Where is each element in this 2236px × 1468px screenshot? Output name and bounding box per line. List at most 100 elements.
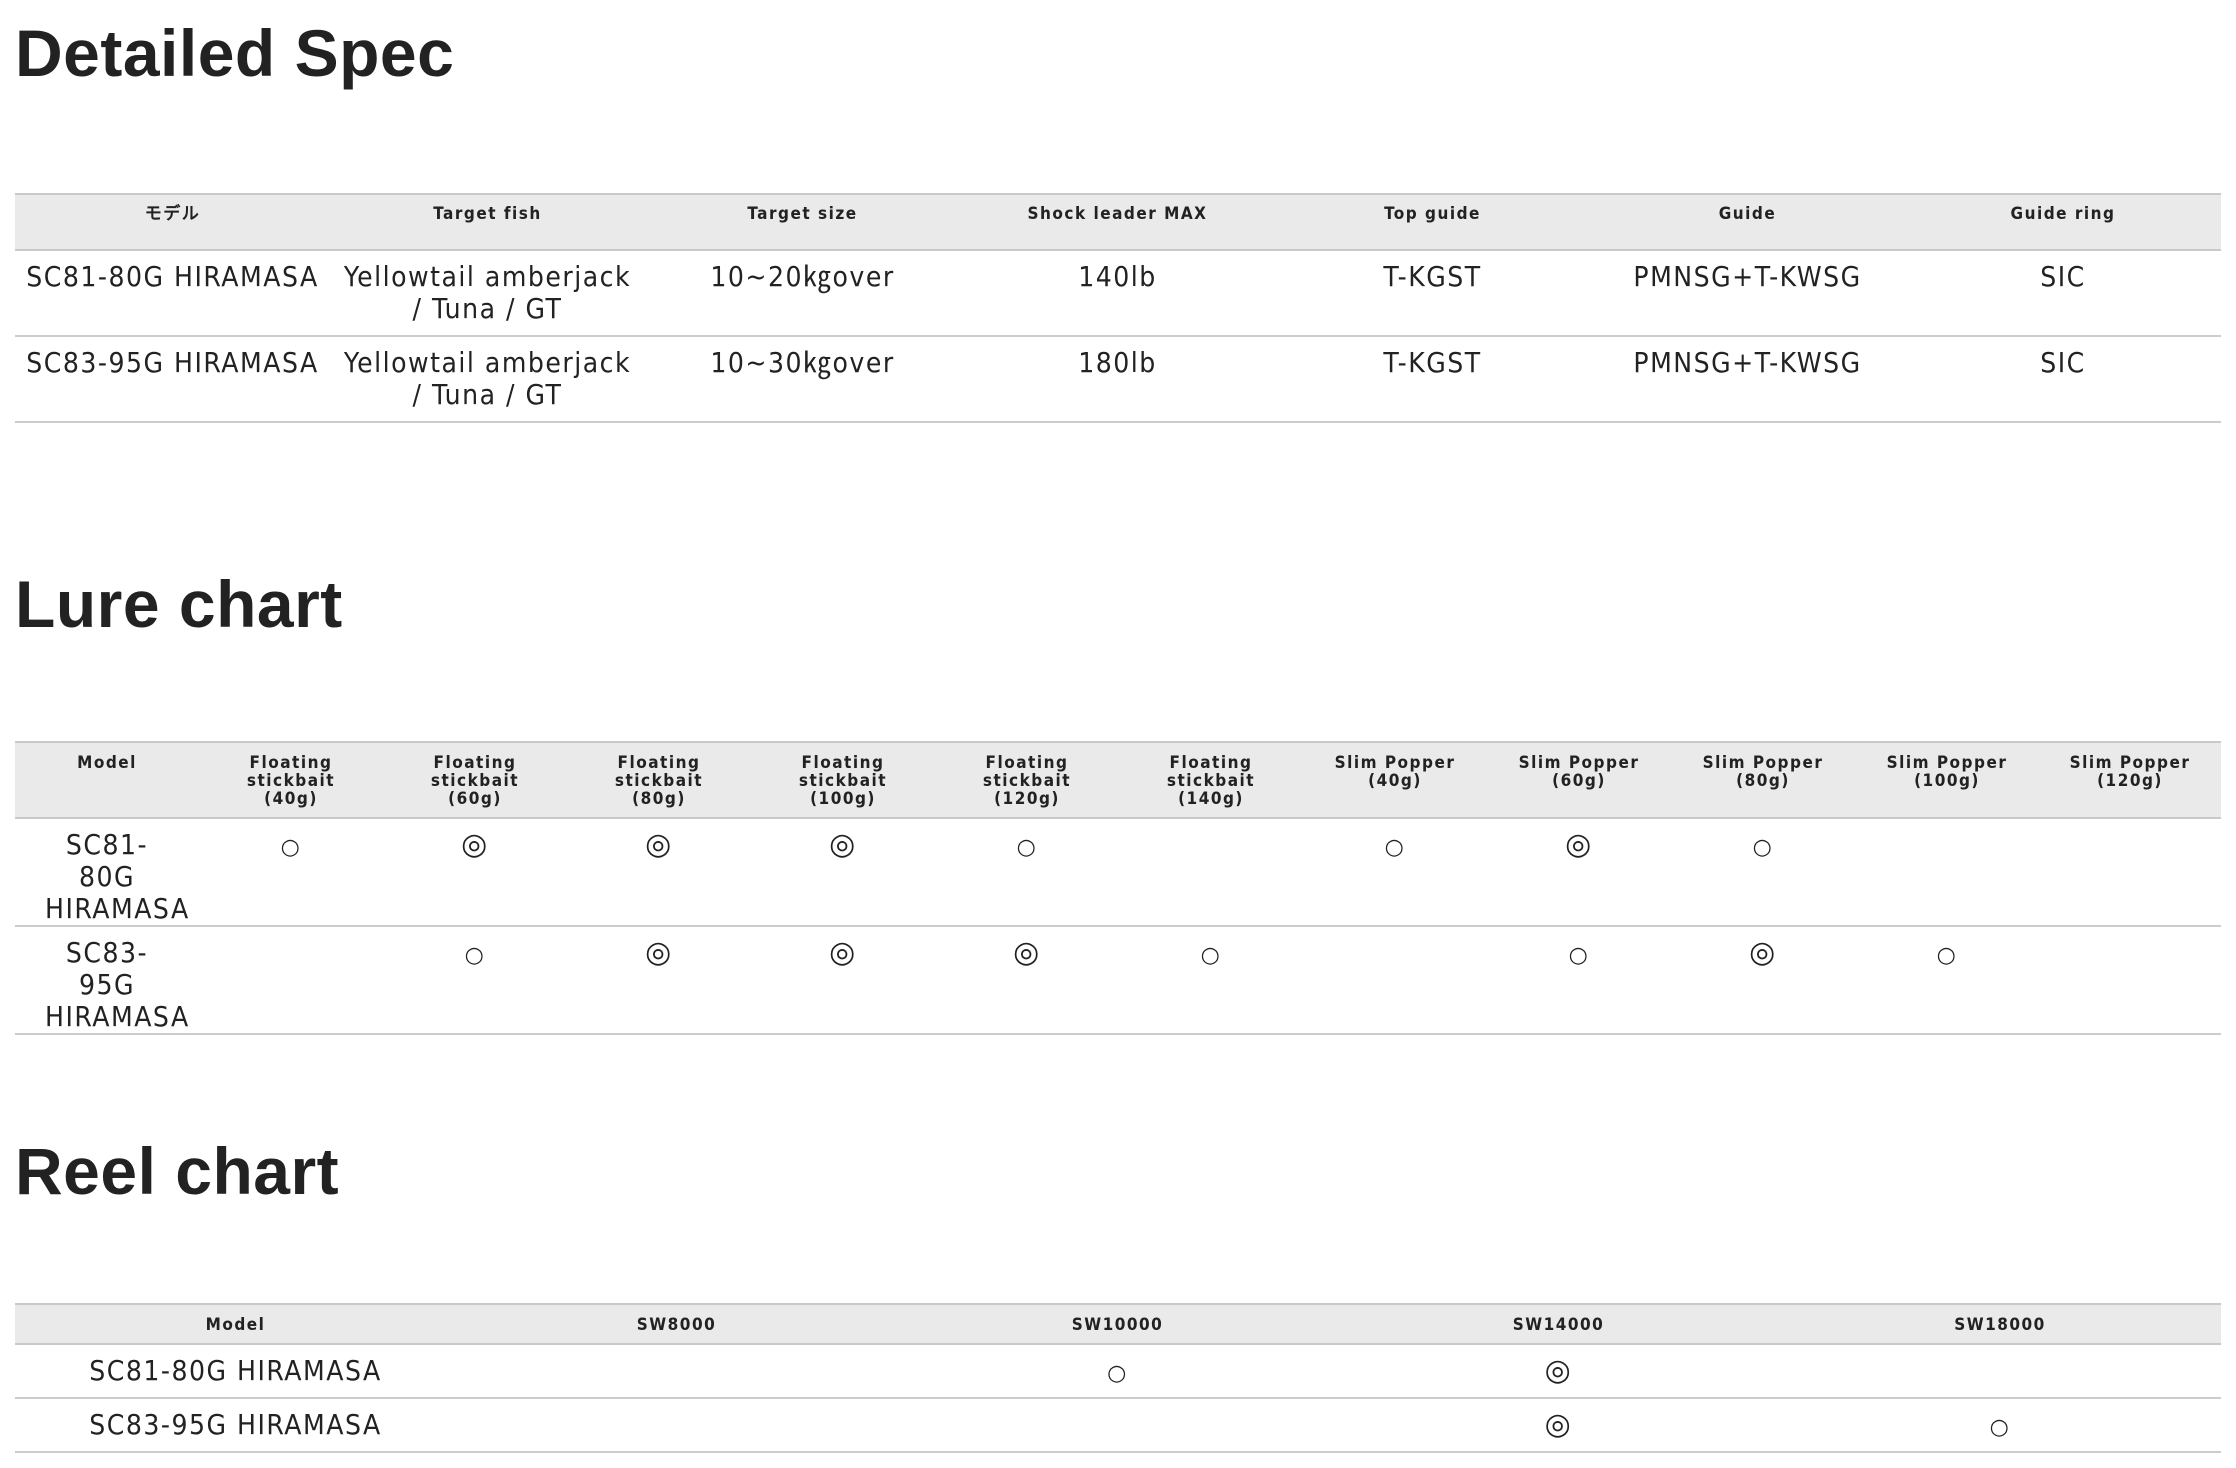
cell-model: SC81-80G HIRAMASA bbox=[15, 1344, 456, 1399]
cell-top-guide: T-KGST bbox=[1275, 250, 1590, 337]
cell-rating: ◎ bbox=[567, 818, 751, 927]
reel-chart-section: Reel chart Model SW8000 SW10000 SW14000 … bbox=[15, 1128, 2221, 1468]
header-cell-reel: SW18000 bbox=[1779, 1303, 2221, 1345]
cell-target-fish: Yellowtail amberjack / Tuna / GT bbox=[330, 336, 645, 423]
cell-rating: ○ bbox=[1671, 818, 1855, 927]
table-header-row: Model SW8000 SW10000 SW14000 SW18000 bbox=[15, 1303, 2221, 1345]
double-circle-mark: ◎ bbox=[1565, 827, 1593, 862]
cell-model: SC83-95G HIRAMASA bbox=[15, 926, 199, 1035]
header-cell-lure: Floating stickbait (120g) bbox=[935, 741, 1119, 819]
section-title-detailed-spec: Detailed Spec bbox=[15, 16, 455, 90]
cell-guide: PMNSG+T-KWSG bbox=[1590, 336, 1905, 423]
cell-target-size: 10~30㎏over bbox=[645, 336, 960, 423]
table-row: SC83-95G HIRAMASA Yellowtail amberjack /… bbox=[15, 336, 2221, 423]
cell-target-fish: Yellowtail amberjack / Tuna / GT bbox=[330, 250, 645, 337]
cell-rating: ◎ bbox=[1338, 1344, 1779, 1399]
header-cell-guide-ring: Guide ring bbox=[1905, 193, 2221, 251]
double-circle-mark: ◎ bbox=[645, 827, 673, 862]
cell-rating: ○ bbox=[1855, 926, 2039, 1035]
cell-shock-leader: 180lb bbox=[960, 336, 1275, 423]
header-cell-lure: Slim Popper (80g) bbox=[1671, 741, 1855, 819]
double-circle-mark: ◎ bbox=[1749, 935, 1777, 970]
header-cell-lure: Slim Popper (100g) bbox=[1855, 741, 2039, 819]
circle-mark: ○ bbox=[1568, 943, 1590, 968]
header-cell-target-fish: Target fish bbox=[330, 193, 645, 251]
circle-mark: ○ bbox=[1107, 1361, 1128, 1386]
cell-rating bbox=[456, 1344, 897, 1399]
cell-rating bbox=[2039, 926, 2221, 1035]
circle-mark: ○ bbox=[1752, 835, 1774, 860]
cell-rating: ○ bbox=[199, 818, 383, 927]
detailed-spec-section: Detailed Spec モデル Target fish Target siz… bbox=[15, 0, 2221, 430]
double-circle-mark: ◎ bbox=[829, 827, 857, 862]
circle-mark: ○ bbox=[1989, 1415, 2011, 1440]
circle-mark: ○ bbox=[280, 835, 302, 860]
cell-rating bbox=[1855, 818, 2039, 927]
cell-rating: ○ bbox=[1303, 818, 1487, 927]
cell-rating: ◎ bbox=[751, 926, 935, 1035]
double-circle-mark: ◎ bbox=[829, 935, 857, 970]
header-cell-lure: Slim Popper (120g) bbox=[2039, 741, 2221, 819]
double-circle-mark: ◎ bbox=[1544, 1407, 1573, 1442]
cell-rating: ○ bbox=[1487, 926, 1671, 1035]
double-circle-mark: ◎ bbox=[645, 935, 673, 970]
cell-rating bbox=[1779, 1344, 2221, 1399]
cell-rating: ○ bbox=[383, 926, 567, 1035]
cell-rating: ○ bbox=[897, 1344, 1338, 1399]
cell-rating: ○ bbox=[1779, 1398, 2221, 1453]
header-cell-target-size: Target size bbox=[645, 193, 960, 251]
double-circle-mark: ◎ bbox=[1013, 935, 1041, 970]
cell-rating: ○ bbox=[935, 818, 1119, 927]
section-title-lure-chart: Lure chart bbox=[15, 567, 343, 641]
cell-top-guide: T-KGST bbox=[1275, 336, 1590, 423]
cell-rating: ◎ bbox=[751, 818, 935, 927]
header-cell-lure: Floating stickbait (40g) bbox=[199, 741, 383, 819]
cell-rating bbox=[897, 1398, 1338, 1453]
cell-model: SC81-80G HIRAMASA bbox=[15, 250, 330, 337]
header-cell-model: Model bbox=[15, 741, 199, 819]
header-cell-reel: SW8000 bbox=[456, 1303, 897, 1345]
table-row: SC83-95G HIRAMASA ○ ◎ ◎ ◎ ○ ○ ◎ ○ bbox=[15, 926, 2221, 1035]
cell-rating bbox=[199, 926, 383, 1035]
cell-rating: ◎ bbox=[567, 926, 751, 1035]
cell-rating: ◎ bbox=[1338, 1398, 1779, 1453]
header-cell-lure: Slim Popper (60g) bbox=[1487, 741, 1671, 819]
cell-target-size: 10~20㎏over bbox=[645, 250, 960, 337]
cell-model: SC81-80G HIRAMASA bbox=[15, 818, 199, 927]
header-cell-guide: Guide bbox=[1590, 193, 1905, 251]
table-header-row: モデル Target fish Target size Shock leader… bbox=[15, 193, 2221, 251]
circle-mark: ○ bbox=[1384, 835, 1406, 860]
cell-rating: ○ bbox=[1119, 926, 1303, 1035]
cell-guide-ring: SIC bbox=[1905, 250, 2221, 337]
header-cell-shock-leader: Shock leader MAX bbox=[960, 193, 1275, 251]
cell-rating bbox=[1119, 818, 1303, 927]
header-cell-lure: Floating stickbait (140g) bbox=[1119, 741, 1303, 819]
header-cell-top-guide: Top guide bbox=[1275, 193, 1590, 251]
lure-chart-section: Lure chart Model Floating stickbait (40g… bbox=[15, 560, 2221, 1035]
table-header-row: Model Floating stickbait (40g) Floating … bbox=[15, 741, 2221, 819]
cell-rating: ◎ bbox=[1487, 818, 1671, 927]
detailed-spec-table: モデル Target fish Target size Shock leader… bbox=[15, 193, 2221, 423]
double-circle-mark: ◎ bbox=[1544, 1353, 1573, 1388]
header-cell-lure: Slim Popper (40g) bbox=[1303, 741, 1487, 819]
circle-mark: ○ bbox=[464, 943, 486, 968]
header-cell-model: Model bbox=[15, 1303, 456, 1345]
cell-rating bbox=[2039, 818, 2221, 927]
circle-mark: ○ bbox=[1016, 835, 1038, 860]
header-cell-lure: Floating stickbait (60g) bbox=[383, 741, 567, 819]
section-title-reel-chart: Reel chart bbox=[15, 1134, 340, 1208]
table-row: SC81-80G HIRAMASA ○ ◎ ◎ ◎ ○ ○ ◎ ○ bbox=[15, 818, 2221, 927]
cell-guide-ring: SIC bbox=[1905, 336, 2221, 423]
cell-model: SC83-95G HIRAMASA bbox=[15, 1398, 456, 1453]
header-cell-lure: Floating stickbait (80g) bbox=[567, 741, 751, 819]
double-circle-mark: ◎ bbox=[461, 827, 489, 862]
cell-guide: PMNSG+T-KWSG bbox=[1590, 250, 1905, 337]
header-cell-lure: Floating stickbait (100g) bbox=[751, 741, 935, 819]
table-row: SC81-80G HIRAMASA ○ ◎ bbox=[15, 1344, 2221, 1399]
cell-shock-leader: 140lb bbox=[960, 250, 1275, 337]
lure-chart-table: Model Floating stickbait (40g) Floating … bbox=[15, 741, 2221, 1035]
reel-chart-table: Model SW8000 SW10000 SW14000 SW18000 SC8… bbox=[15, 1303, 2221, 1453]
circle-mark: ○ bbox=[1200, 943, 1222, 968]
cell-rating bbox=[456, 1398, 897, 1453]
cell-rating bbox=[1303, 926, 1487, 1035]
